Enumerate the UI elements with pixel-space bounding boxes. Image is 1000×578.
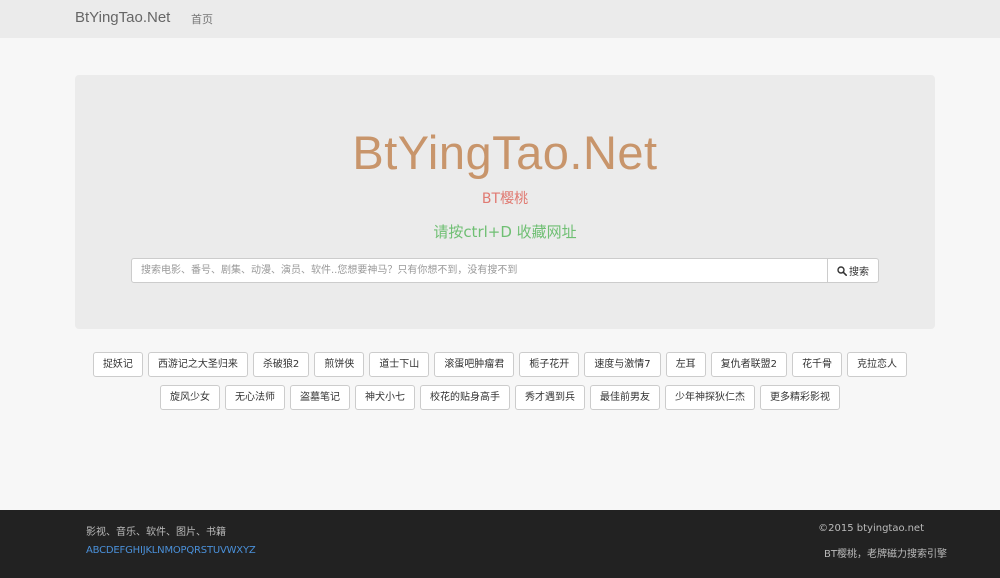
hot-tag[interactable]: 捉妖记: [92, 352, 143, 377]
hero-subtitle: BT樱桃: [481, 191, 529, 207]
footer-slogan: BT樱桃，老牌磁力搜索引擎: [824, 549, 947, 560]
search-form: 搜索: [131, 258, 879, 283]
footer-categories: 影视、音乐、软件、图片、书籍: [86, 527, 226, 538]
hot-tag[interactable]: 复仇者联盟2: [710, 352, 788, 377]
search-button[interactable]: 搜索: [827, 258, 879, 283]
search-button-label: 搜索: [849, 267, 869, 278]
hot-tag[interactable]: 秀才遇到兵: [515, 385, 585, 410]
hot-tag[interactable]: 杀破狼2: [252, 352, 310, 377]
hot-tag[interactable]: 盗墓笔记: [290, 385, 350, 410]
hot-tags-row-1: 捉妖记 西游记之大圣归来 杀破狼2 煎饼侠 道士下山 滚蛋吧肿瘤君 栀子花开 速…: [0, 352, 1000, 377]
hot-tag[interactable]: 旋风少女: [160, 385, 220, 410]
hot-tag[interactable]: 花千骨: [792, 352, 843, 377]
search-input[interactable]: [131, 258, 828, 283]
brand-link[interactable]: BtYingTao.Net: [75, 9, 170, 26]
hot-tag[interactable]: 无心法师: [225, 385, 285, 410]
search-icon: [837, 265, 847, 276]
hero-panel: BtYingTao.Net BT樱桃 请按ctrl+D 收藏网址 搜索: [75, 75, 935, 329]
hot-tag[interactable]: 滚蛋吧肿瘤君: [434, 352, 515, 377]
hot-tag[interactable]: 少年神探狄仁杰: [665, 385, 755, 410]
footer: 影视、音乐、软件、图片、书籍 ABCDEFGHIJKLNMOPQRSTUVWXY…: [0, 510, 1000, 578]
hot-tag[interactable]: 神犬小七: [355, 385, 415, 410]
hero-title: BtYingTao.Net: [352, 126, 658, 179]
hot-tag[interactable]: 速度与激情7: [584, 352, 661, 377]
hot-tag[interactable]: 栀子花开: [519, 352, 580, 377]
hot-tag[interactable]: 克拉恋人: [847, 352, 908, 377]
more-movies-tag[interactable]: 更多精彩影视: [760, 385, 840, 410]
top-navbar: BtYingTao.Net 首页: [0, 0, 1000, 38]
hot-tag[interactable]: 道士下山: [369, 352, 430, 377]
hot-tag[interactable]: 左耳: [665, 352, 706, 377]
hot-tag[interactable]: 煎饼侠: [314, 352, 365, 377]
hot-tags-row-2: 旋风少女 无心法师 盗墓笔记 神犬小七 校花的贴身高手 秀才遇到兵 最佳前男友 …: [0, 385, 1000, 410]
hot-tag[interactable]: 西游记之大圣归来: [147, 352, 248, 377]
footer-copyright: ©2015 btyingtao.net: [818, 523, 924, 534]
footer-alphabet-links[interactable]: ABCDEFGHIJKLNMOPQRSTUVWXYZ: [86, 545, 256, 556]
nav-home-link[interactable]: 首页: [191, 11, 213, 27]
bookmark-tip: 请按ctrl+D 收藏网址: [433, 223, 577, 241]
hot-tag[interactable]: 校花的贴身高手: [420, 385, 510, 410]
hot-tag[interactable]: 最佳前男友: [590, 385, 660, 410]
